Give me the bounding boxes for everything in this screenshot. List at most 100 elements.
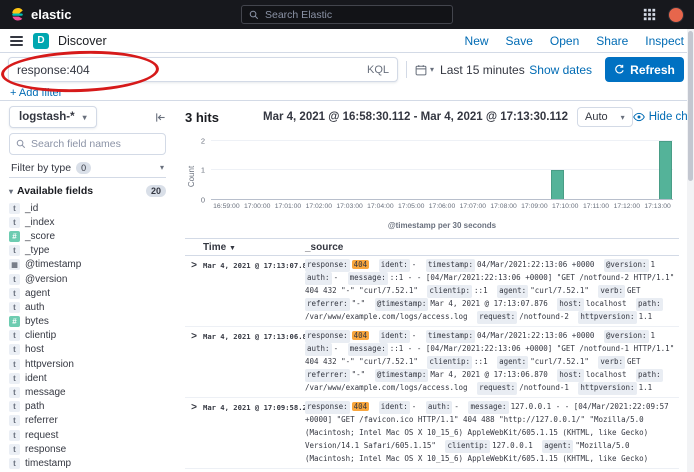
scrollbar-thumb[interactable] bbox=[688, 31, 693, 181]
field-type-icon: t bbox=[9, 359, 20, 370]
time-range-value[interactable]: Last 15 minutes bbox=[440, 63, 525, 77]
source-field-name: request: bbox=[477, 382, 517, 395]
source-field-name: agent: bbox=[497, 285, 528, 298]
available-fields-header[interactable]: ▾ Available fields 20 bbox=[9, 184, 166, 198]
fields-sidebar: logstash-* ▾ Search field names Filter b… bbox=[0, 102, 175, 472]
refresh-icon bbox=[614, 64, 625, 75]
kql-popover-button[interactable]: KQL bbox=[367, 64, 389, 76]
interval-select[interactable]: Auto ▾ bbox=[577, 107, 633, 127]
table-header-row: Time ▼ _source bbox=[185, 238, 679, 256]
field-item[interactable]: # bytes bbox=[9, 315, 166, 329]
source-field-name: clientip: bbox=[445, 440, 490, 453]
x-tick-label: 17:06:00 bbox=[429, 203, 455, 210]
refresh-button[interactable]: Refresh bbox=[605, 57, 684, 82]
index-pattern-switcher[interactable]: logstash-* ▾ bbox=[9, 106, 97, 128]
global-header: elastic Search Elastic bbox=[0, 0, 694, 29]
field-item[interactable]: t message bbox=[9, 385, 166, 399]
breadcrumb-discover[interactable]: Discover bbox=[58, 34, 107, 48]
source-field-value: ::1 bbox=[474, 286, 488, 295]
source-field-value: Mar 4, 2021 @ 17:13:06.870 bbox=[430, 370, 547, 379]
add-filter-button[interactable]: + Add filter bbox=[10, 87, 62, 99]
collapse-sidebar-icon[interactable] bbox=[155, 112, 166, 123]
global-search-input[interactable]: Search Elastic bbox=[241, 5, 453, 24]
source-field-value: - bbox=[334, 273, 339, 282]
field-type-icon: t bbox=[9, 430, 20, 441]
field-name: referrer bbox=[25, 415, 58, 426]
source-field-name: ident: bbox=[379, 330, 410, 343]
interval-value: Auto bbox=[585, 111, 608, 123]
filter-by-type-button[interactable]: Filter by type 0 ▾ bbox=[9, 160, 166, 178]
hide-chart-button[interactable]: Hide chart bbox=[633, 111, 694, 123]
show-dates-button[interactable]: Show dates bbox=[529, 63, 592, 77]
source-field-name: message: bbox=[348, 343, 388, 356]
field-type-icon: t bbox=[9, 245, 20, 256]
top-menu-action[interactable]: New bbox=[465, 34, 489, 48]
expand-doc-icon[interactable]: > bbox=[185, 401, 203, 414]
field-item[interactable]: # _score bbox=[9, 229, 166, 243]
chart-time-range-title: Mar 4, 2021 @ 16:58:30.112 - Mar 4, 2021… bbox=[263, 111, 568, 123]
chevron-down-icon: ▾ bbox=[430, 65, 434, 74]
x-tick-label: 17:11:00 bbox=[583, 203, 609, 210]
source-field-value: 04/Mar/2021:22:13:06 +0000 bbox=[477, 331, 594, 340]
gridline bbox=[211, 169, 673, 170]
elastic-home-link[interactable]: elastic bbox=[10, 7, 71, 22]
expand-doc-icon[interactable]: > bbox=[185, 259, 203, 272]
field-item[interactable]: t _index bbox=[9, 215, 166, 229]
top-menu-actions: New Save Open Share Inspect bbox=[465, 34, 684, 48]
user-avatar[interactable] bbox=[668, 7, 684, 23]
source-field-value: - bbox=[454, 402, 459, 411]
field-item[interactable]: t host bbox=[9, 343, 166, 357]
field-item[interactable]: t response bbox=[9, 442, 166, 456]
time-header-label: Time bbox=[203, 242, 226, 253]
field-item[interactable]: t ident bbox=[9, 371, 166, 385]
x-tick-label: 17:04:00 bbox=[367, 203, 393, 210]
y-tick-label: 2 bbox=[201, 136, 205, 145]
apps-grid-icon[interactable] bbox=[643, 8, 656, 21]
field-item[interactable]: t request bbox=[9, 428, 166, 442]
field-item[interactable]: t @version bbox=[9, 272, 166, 286]
discover-app-icon: D bbox=[33, 33, 49, 49]
page-scrollbar[interactable] bbox=[687, 29, 694, 472]
field-search-input[interactable]: Search field names bbox=[9, 133, 166, 155]
doc-source: response:404 ident:- auth:- message:127.… bbox=[305, 401, 679, 466]
date-picker-button[interactable]: ▾ bbox=[415, 64, 434, 76]
top-menu-action[interactable]: Save bbox=[506, 34, 533, 48]
source-field-value: GET bbox=[627, 357, 641, 366]
field-item[interactable]: t clientip bbox=[9, 329, 166, 343]
time-column-header[interactable]: Time ▼ bbox=[203, 242, 305, 253]
source-field-name: @timestamp: bbox=[375, 298, 429, 311]
field-item[interactable]: t auth bbox=[9, 300, 166, 314]
field-item[interactable]: t path bbox=[9, 400, 166, 414]
query-input[interactable]: response:404 KQL bbox=[8, 57, 398, 82]
top-menu-action[interactable]: Share bbox=[596, 34, 628, 48]
source-field-value: "curl/7.52.1" bbox=[530, 357, 589, 366]
field-type-icon: t bbox=[9, 203, 20, 214]
eye-icon bbox=[633, 111, 645, 123]
expand-doc-icon[interactable]: > bbox=[185, 330, 203, 343]
source-field-value: /var/www/example.com/logs/access.log bbox=[305, 312, 468, 321]
menu-icon[interactable] bbox=[10, 34, 24, 48]
top-menu-action[interactable]: Open bbox=[550, 34, 579, 48]
field-item[interactable]: t agent bbox=[9, 286, 166, 300]
source-field-name: clientip: bbox=[427, 356, 472, 369]
source-field-name: request: bbox=[477, 311, 517, 324]
doc-table-body: > Mar 4, 2021 @ 17:13:07.876 response:40… bbox=[185, 256, 679, 469]
field-item[interactable]: t referrer bbox=[9, 414, 166, 428]
field-name: host bbox=[25, 344, 44, 355]
field-item[interactable]: t httpversion bbox=[9, 357, 166, 371]
source-field-value: - bbox=[412, 402, 417, 411]
histogram-bar[interactable] bbox=[659, 141, 672, 199]
field-item[interactable]: t timestamp bbox=[9, 456, 166, 470]
field-item[interactable]: t _id bbox=[9, 201, 166, 215]
field-name: httpversion bbox=[25, 359, 74, 370]
top-menu-action[interactable]: Inspect bbox=[645, 34, 684, 48]
available-fields-count: 20 bbox=[146, 185, 166, 197]
field-list: t _id t _index # _score t _type ▦ @times… bbox=[9, 201, 166, 471]
source-field-name: ident: bbox=[379, 401, 410, 414]
field-item[interactable]: ▦ @timestamp bbox=[9, 258, 166, 272]
field-item[interactable]: t _type bbox=[9, 244, 166, 258]
histogram-bar[interactable] bbox=[551, 170, 564, 199]
field-name: bytes bbox=[25, 316, 49, 327]
elastic-logo-icon bbox=[10, 7, 25, 22]
field-type-icon: t bbox=[9, 302, 20, 313]
